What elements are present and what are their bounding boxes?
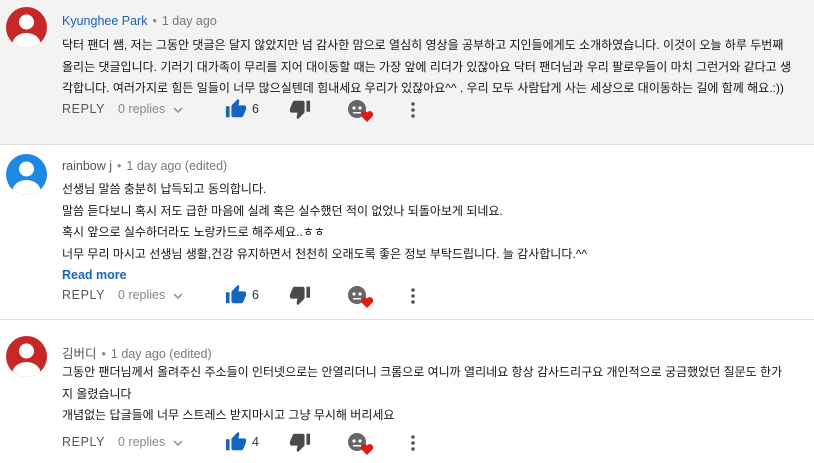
creator-heart-icon (346, 98, 376, 124)
comment-text-line: 너무 무리 마시고 선생님 생활,건강 유지하면서 천천히 오래도록 좋은 정보… (62, 246, 587, 261)
like-count: 6 (252, 102, 259, 116)
comment-text: 그동안 팬더님께서 올려주신 주소들이 인터넷으로는 안열리더니 크롬으로 여니… (62, 362, 806, 427)
like-count: 4 (252, 435, 259, 449)
comment-actions: REPLY 0 replies 6 (62, 284, 422, 308)
reply-button[interactable]: REPLY (62, 435, 105, 449)
thumbs-down-icon[interactable] (289, 98, 311, 120)
default-avatar-icon (6, 336, 47, 377)
avatar[interactable] (6, 154, 47, 195)
comment-text: 닥터 팬더 쌤, 저는 그동안 댓글은 달지 않았지만 넘 감사한 맘으로 열심… (62, 35, 806, 100)
like-count: 6 (252, 288, 259, 302)
thumbs-up-icon[interactable] (225, 431, 247, 453)
comment-thread-item: Kyunghee Park • 1 day ago 닥터 팬더 쌤, 저는 그동안 … (0, 0, 814, 144)
replies-toggle[interactable]: 0 replies (118, 288, 183, 303)
comment-text-line: 닥터 팬더 쌤, 저는 그동안 댓글은 달지 않았지만 넘 감사한 맘으로 열심… (62, 38, 784, 52)
avatar[interactable] (6, 7, 47, 48)
separator-dot: • (117, 159, 122, 173)
thumbs-down-icon[interactable] (289, 284, 311, 306)
comment-text-line: 말씀 듣다보니 혹시 저도 급한 마음에 실례 혹은 실수했던 적이 없었나 되… (62, 203, 503, 218)
replies-toggle[interactable]: 0 replies (118, 435, 183, 450)
default-avatar-icon (6, 7, 47, 48)
replies-count: 0 replies (118, 288, 166, 302)
comment-thread-item: 김버디 • 1 day ago (edited) 그동안 팬더님께서 올려주신 주소… (0, 320, 814, 463)
more-vertical-icon[interactable] (408, 433, 418, 453)
comment-text-line: 올리는 댓글입니다. 기러기 대가족이 무리를 지어 대이동할 때는 가장 앞에… (62, 59, 792, 74)
separator-dot: • (152, 14, 157, 28)
more-vertical-icon[interactable] (408, 100, 418, 120)
comment-text-line: 그동안 팬더님께서 올려주신 주소들이 인터넷으로는 안열리더니 크롬으로 여니… (62, 365, 783, 379)
comment-author[interactable]: 김버디 (62, 347, 97, 361)
thumbs-up-icon[interactable] (225, 284, 247, 306)
comment-thread-item: rainbow j • 1 day ago (edited) 선생님 말씀 충분히 … (0, 145, 814, 319)
comment-text: 선생님 말씀 충분히 납득되고 동의합니다. 말씀 듣다보니 혹시 저도 급한 … (62, 179, 806, 285)
comment-actions: REPLY 0 replies 4 (62, 431, 422, 455)
read-more-link[interactable]: Read more (62, 265, 806, 285)
creator-heart-icon (346, 431, 376, 457)
replies-count: 0 replies (118, 435, 166, 449)
chevron-down-icon (173, 103, 183, 117)
chevron-down-icon (173, 289, 183, 303)
avatar[interactable] (6, 336, 47, 377)
comment-text-line: 혹시 앞으로 실수하더라도 노랑카드로 해주세요..ㅎㅎ (62, 225, 325, 239)
thumbs-up-icon[interactable] (225, 98, 247, 120)
comment-text-line: 선생님 말씀 충분히 납득되고 동의합니다. (62, 182, 267, 196)
separator-dot: • (101, 347, 106, 361)
default-avatar-icon (6, 154, 47, 195)
comment-text-line: 지 올렸습니다 (62, 386, 132, 401)
comment-timestamp[interactable]: 1 day ago (edited) (111, 347, 212, 361)
comment-text-line: 개념없는 답글들에 너무 스트레스 받지마시고 그냥 무시해 버리세요 (62, 408, 395, 422)
chevron-down-icon (173, 436, 183, 450)
creator-heart-icon (346, 284, 376, 310)
comment-timestamp[interactable]: 1 day ago (162, 14, 217, 28)
reply-button[interactable]: REPLY (62, 102, 105, 116)
comment-timestamp[interactable]: 1 day ago (edited) (126, 159, 227, 173)
comment-actions: REPLY 0 replies 6 (62, 98, 422, 122)
comment-author[interactable]: rainbow j (62, 159, 112, 173)
replies-count: 0 replies (118, 102, 166, 116)
thumbs-down-icon[interactable] (289, 431, 311, 453)
replies-toggle[interactable]: 0 replies (118, 102, 183, 117)
reply-button[interactable]: REPLY (62, 288, 105, 302)
comment-author[interactable]: Kyunghee Park (62, 14, 147, 28)
comment-text-line: 각합니다. 여러가지로 힘든 일들이 너무 많으실텐데 힘내세요 우리가 있잖아… (62, 81, 784, 95)
more-vertical-icon[interactable] (408, 286, 418, 306)
